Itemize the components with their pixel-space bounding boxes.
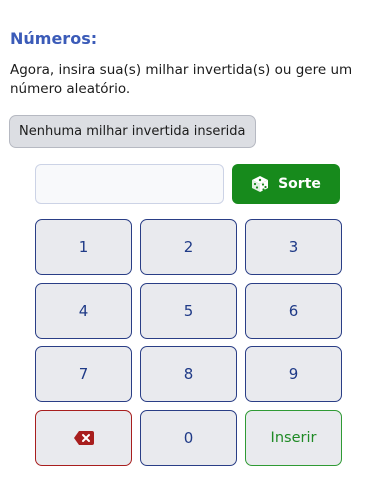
key-9[interactable]: 9 — [245, 346, 342, 402]
number-input[interactable] — [35, 164, 224, 204]
delete-button[interactable] — [35, 410, 132, 466]
key-3[interactable]: 3 — [245, 219, 342, 275]
key-6[interactable]: 6 — [245, 283, 342, 339]
key-7[interactable]: 7 — [35, 346, 132, 402]
section-title: Números: — [10, 29, 98, 48]
sorte-label: Sorte — [278, 176, 321, 192]
backspace-icon — [73, 430, 95, 446]
key-5[interactable]: 5 — [140, 283, 237, 339]
key-0[interactable]: 0 — [140, 410, 237, 466]
key-1[interactable]: 1 — [35, 219, 132, 275]
section-description: Agora, insira sua(s) milhar invertida(s)… — [10, 62, 353, 97]
key-8[interactable]: 8 — [140, 346, 237, 402]
key-2[interactable]: 2 — [140, 219, 237, 275]
insert-button[interactable]: Inserir — [245, 410, 342, 466]
key-4[interactable]: 4 — [35, 283, 132, 339]
status-tag: Nenhuma milhar invertida inserida — [9, 115, 256, 148]
sorte-button[interactable]: Sorte — [232, 164, 340, 204]
dice-icon — [251, 175, 269, 193]
